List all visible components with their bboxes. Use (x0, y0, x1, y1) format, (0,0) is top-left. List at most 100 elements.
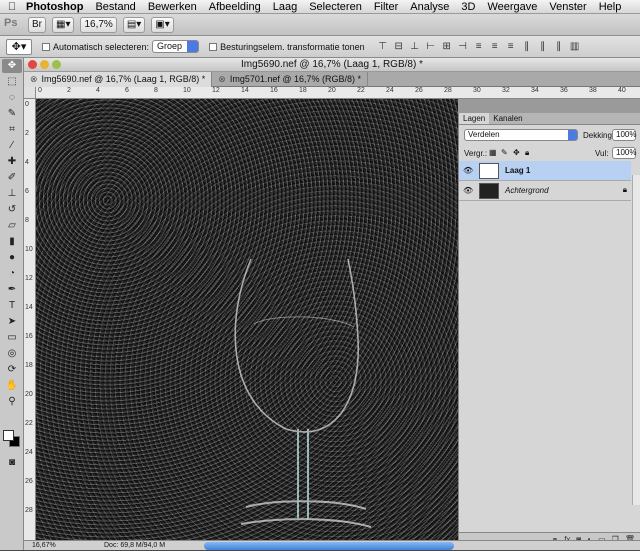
path-selection-tool-icon[interactable]: ➤ (2, 315, 22, 329)
ruler-label: 4 (96, 87, 100, 94)
tab-lagen[interactable]: Lagen (459, 113, 490, 124)
ruler-label: 14 (241, 87, 249, 94)
distribute-right-icon[interactable]: ∥ (553, 41, 565, 53)
zoom-tool-icon[interactable]: ⚲ (2, 395, 22, 409)
color-swatches[interactable] (3, 430, 21, 448)
bridge-button[interactable]: Br (28, 16, 46, 33)
lock-image-icon[interactable]: ✎ (501, 148, 508, 157)
quick-mask-icon[interactable]: ◙ (2, 456, 22, 470)
align-right-icon[interactable]: ⊣ (457, 41, 469, 53)
opacity-input[interactable]: 100% (612, 129, 636, 141)
layer-row-achtergrond[interactable]: 👁︎ Achtergrond 🔒︎ (459, 181, 631, 201)
document-tab-label: Img5701.nef @ 16,7% (RGB/8) * (229, 74, 362, 84)
tool-preset-picker[interactable]: ✥▾ (6, 38, 32, 55)
dodge-tool-icon[interactable]: ◔ (2, 267, 22, 281)
menu-laag[interactable]: Laag (267, 1, 303, 13)
shape-tool-icon[interactable]: ▭ (2, 331, 22, 345)
menu-selecteren[interactable]: Selecteren (303, 1, 368, 13)
menu-venster[interactable]: Venster (543, 1, 592, 13)
eraser-tool-icon[interactable]: ▱ (2, 219, 22, 233)
align-vcenter-icon[interactable]: ⊟ (393, 41, 405, 53)
menu-photoshop[interactable]: Photoshop (20, 1, 89, 13)
auto-select-dropdown[interactable]: Groep (152, 40, 200, 53)
minimize-window-icon[interactable] (40, 60, 49, 69)
menu-analyse[interactable]: Analyse (404, 1, 455, 13)
menu-afbeelding[interactable]: Afbeelding (203, 1, 267, 13)
gradient-tool-icon[interactable]: ▮ (2, 235, 22, 249)
eye-visibility-icon[interactable]: 👁︎ (463, 166, 473, 175)
eye-visibility-icon[interactable]: 👁︎ (463, 186, 473, 195)
pen-tool-icon[interactable]: ✒ (2, 283, 22, 297)
lock-transparent-icon[interactable]: ▦ (489, 148, 497, 157)
view-extras-button[interactable]: ▦▾ (52, 16, 75, 33)
layer-thumbnail (479, 163, 499, 179)
close-tab-icon[interactable]: ⊗ (218, 72, 226, 87)
menu-bewerken[interactable]: Bewerken (142, 1, 203, 13)
align-bottom-icon[interactable]: ⊥ (409, 41, 421, 53)
eyedropper-tool-icon[interactable]: ⁄ (2, 139, 22, 153)
zoom-level-select[interactable]: 16,7% (80, 16, 117, 33)
type-tool-icon[interactable]: T (2, 299, 22, 313)
brush-tool-icon[interactable]: ✐ (2, 171, 22, 185)
crop-tool-icon[interactable]: ⌗ (2, 123, 22, 137)
layers-scrollbar[interactable] (632, 175, 640, 505)
blur-tool-icon[interactable]: ● (2, 251, 22, 265)
ruler-label: 24 (25, 449, 33, 456)
auto-select-checkbox[interactable] (42, 42, 50, 51)
blend-mode-select[interactable]: Verdelen (464, 129, 578, 141)
lock-position-icon[interactable]: ✥ (513, 148, 520, 157)
distribute-vcenter-icon[interactable]: ≡ (489, 41, 501, 53)
menu-3d[interactable]: 3D (455, 1, 481, 13)
align-buttons: ⊤ ⊟ ⊥ ⊢ ⊞ ⊣ ≡ ≡ ≡ ∥ ∥ ∥ ▥ (377, 41, 585, 53)
hand-tool-icon[interactable]: ✋ (2, 379, 22, 393)
distribute-left-icon[interactable]: ∥ (521, 41, 533, 53)
chevron-down-icon (568, 130, 577, 140)
align-left-icon[interactable]: ⊢ (425, 41, 437, 53)
close-window-icon[interactable] (28, 60, 37, 69)
document-title: Img5690.nef @ 16,7% (Laag 1, RGB/8) * (241, 59, 423, 70)
3d-orbit-tool-icon[interactable]: ⟳ (2, 363, 22, 377)
close-tab-icon[interactable]: ⊗ (30, 72, 38, 87)
healing-brush-tool-icon[interactable]: ✚ (2, 155, 22, 169)
tools-panel: ✥ ⬚ ◌ ✎ ⌗ ⁄ ✚ ✐ ⊥ ↺ ▱ ▮ ● ◔ ✒ T ➤ ▭ ◎ ⟳ … (0, 58, 24, 550)
arrange-documents-button[interactable]: ▤▾ (122, 16, 146, 33)
lock-all-icon[interactable]: 🔒︎ (525, 148, 529, 158)
fill-input[interactable]: 100% (612, 147, 636, 159)
screen-mode-button[interactable]: ▣▾ (151, 16, 174, 33)
opacity-label: Dekking: (583, 131, 615, 140)
distribute-top-icon[interactable]: ≡ (473, 41, 485, 53)
ruler-origin[interactable] (24, 87, 36, 99)
layer-row-laag-1[interactable]: 👁︎ Laag 1 (459, 161, 631, 181)
zoom-window-icon[interactable] (52, 60, 61, 69)
menu-help[interactable]: Help (593, 1, 628, 13)
align-top-icon[interactable]: ⊤ (377, 41, 389, 53)
auto-align-icon[interactable]: ▥ (569, 41, 581, 53)
document-tab-2[interactable]: ⊗ Img5701.nef @ 16,7% (RGB/8) * (212, 72, 369, 87)
document-tab-1[interactable]: ⊗ Img5690.nef @ 16,7% (Laag 1, RGB/8) * (24, 72, 213, 87)
distribute-bottom-icon[interactable]: ≡ (505, 41, 517, 53)
3d-rotate-tool-icon[interactable]: ◎ (2, 347, 22, 361)
distribute-hcenter-icon[interactable]: ∥ (537, 41, 549, 53)
layer-name: Laag 1 (505, 166, 531, 175)
transform-controls-checkbox[interactable] (209, 42, 218, 51)
menu-weergave[interactable]: Weergave (481, 1, 543, 13)
menu-bestand[interactable]: Bestand (89, 1, 141, 13)
clone-stamp-tool-icon[interactable]: ⊥ (2, 187, 22, 201)
apple-menu-icon[interactable]:  (4, 1, 20, 13)
quick-select-tool-icon[interactable]: ✎ (2, 107, 22, 121)
marquee-tool-icon[interactable]: ⬚ (2, 75, 22, 89)
horizontal-ruler[interactable]: 0 2 4 6 8 10 12 14 16 18 20 22 24 26 28 … (36, 87, 640, 99)
ruler-label: 2 (67, 87, 71, 94)
foreground-color-swatch[interactable] (3, 430, 14, 441)
image-canvas[interactable] (36, 99, 458, 540)
menu-filter[interactable]: Filter (368, 1, 404, 13)
history-brush-tool-icon[interactable]: ↺ (2, 203, 22, 217)
move-tool-icon[interactable]: ✥ (2, 59, 22, 73)
ruler-label: 24 (386, 87, 394, 94)
progress-bar (204, 542, 454, 550)
lasso-tool-icon[interactable]: ◌ (2, 91, 22, 105)
vertical-ruler[interactable]: 0 2 4 6 8 10 12 14 16 18 20 22 24 26 28 (24, 99, 36, 540)
align-hcenter-icon[interactable]: ⊞ (441, 41, 453, 53)
tab-kanalen[interactable]: Kanalen (489, 113, 526, 124)
fill-value: 100% (616, 148, 637, 157)
